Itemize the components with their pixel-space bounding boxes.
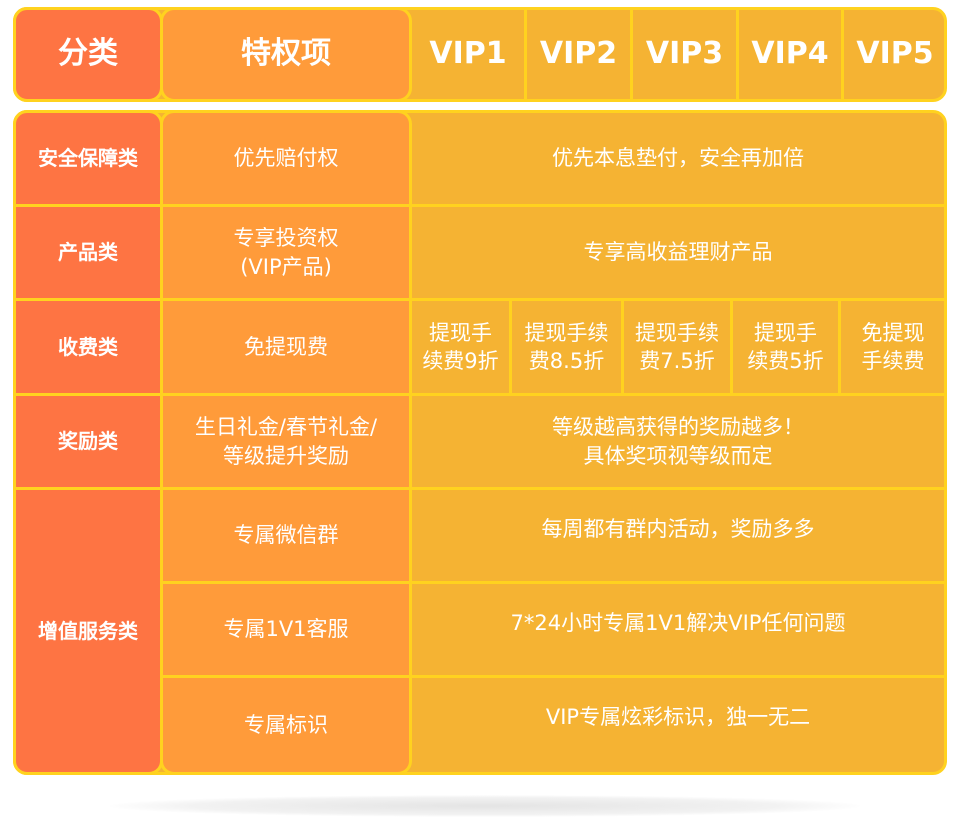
privilege-exclusive-investment: 专享投资权 (VIP产品) [163, 207, 409, 298]
header-vip3: VIP3 [645, 36, 724, 72]
benefit-line1: 等级越高获得的奖励越多！ [552, 415, 804, 440]
header-vip2: VIP2 [539, 36, 618, 72]
bottom-shadow [110, 795, 860, 817]
privilege-badge: 专属标识 [244, 712, 328, 737]
header-vip5: VIP5 [856, 36, 934, 72]
privilege-wechat-group: 专属微信群 [233, 523, 339, 548]
header-vip4: VIP4 [751, 36, 829, 72]
category-value-added: 增值服务类 [38, 618, 138, 643]
benefit-wechat-group: 每周都有群内活动，奖励多多 [541, 517, 815, 542]
privilege-free-withdrawal: 免提现费 [244, 334, 328, 359]
privilege-line2: (VIP产品) [240, 254, 332, 279]
privilege-line1: 专享投资权 [233, 226, 339, 251]
fee-vip4: 提现手续费5折 [733, 301, 838, 393]
fee-vip2: 提现手续费8.5折 [512, 301, 621, 393]
benefit-reward: 等级越高获得的奖励越多！ 具体奖项视等级而定 [412, 396, 944, 487]
category-product: 产品类 [58, 240, 118, 264]
privilege-priority-compensation: 优先赔付权 [233, 146, 339, 171]
privilege-reward: 生日礼金/春节礼金/ 等级提升奖励 [163, 396, 409, 487]
fee-line2: 续费5折 [747, 349, 824, 373]
fee-line2: 续费9折 [422, 349, 499, 373]
fee-line1: 提现手续 [524, 320, 609, 345]
category-fee: 收费类 [58, 334, 118, 359]
benefit-line2: 具体奖项视等级而定 [583, 443, 773, 468]
benefit-product: 专享高收益理财产品 [583, 240, 773, 265]
category-security: 安全保障类 [38, 146, 138, 170]
header-category: 分类 [13, 7, 163, 102]
privilege-line1: 生日礼金/春节礼金/ [194, 415, 378, 440]
header-vip1: VIP1 [429, 36, 507, 72]
fee-line2: 手续费 [861, 349, 925, 373]
fee-line2: 费7.5折 [639, 349, 715, 373]
fee-line1: 提现手 [429, 320, 492, 345]
privilege-customer-service: 专属1V1客服 [223, 617, 349, 642]
fee-line1: 提现手 [754, 320, 817, 345]
header-privilege: 特权项 [160, 7, 412, 102]
fee-vip1: 提现手续费9折 [412, 301, 509, 393]
category-reward: 奖励类 [58, 429, 118, 453]
benefit-security: 优先本息垫付，安全再加倍 [552, 146, 804, 171]
fee-line1: 提现手续 [635, 320, 719, 345]
fee-vip5: 免提现 手续费 [841, 301, 945, 393]
fee-vip3: 提现手续费7.5折 [624, 301, 730, 393]
fee-line1: 免提现 [861, 320, 925, 345]
fee-line2: 费8.5折 [528, 349, 605, 373]
benefit-customer-service: 7*24小时专属1V1解决VIP任何问题 [510, 611, 846, 636]
privilege-line2: 等级提升奖励 [223, 443, 349, 468]
benefit-badge: VIP专属炫彩标识，独一无二 [545, 704, 811, 729]
